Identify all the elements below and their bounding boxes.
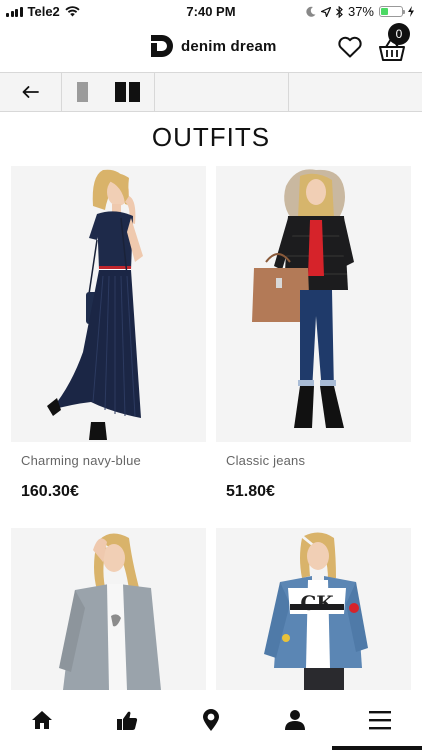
back-button[interactable] bbox=[0, 73, 62, 111]
nav-home[interactable] bbox=[0, 690, 84, 750]
home-indicator bbox=[332, 746, 422, 750]
product-image bbox=[11, 528, 206, 690]
brand-name: denim dream bbox=[181, 37, 277, 55]
brand[interactable]: denim dream bbox=[150, 34, 277, 58]
nav-menu[interactable] bbox=[338, 690, 422, 750]
model-illustration bbox=[11, 528, 206, 690]
product-card[interactable]: Charming navy-blue 160.30€ bbox=[11, 166, 206, 501]
menu-icon bbox=[368, 711, 391, 730]
bluetooth-icon bbox=[336, 5, 343, 18]
model-illustration bbox=[216, 166, 411, 442]
denim-dream-logo bbox=[150, 35, 173, 57]
battery-level bbox=[381, 8, 389, 15]
two-column-view-icon[interactable] bbox=[115, 82, 140, 102]
heart-icon[interactable] bbox=[337, 35, 363, 59]
product-card[interactable]: CK bbox=[216, 528, 411, 701]
page-title: OUTFITS bbox=[151, 122, 271, 152]
home-icon bbox=[32, 711, 53, 729]
product-name: Charming navy-blue bbox=[21, 453, 141, 468]
status-bar: Tele2 7:40 PM 37% bbox=[0, 0, 422, 22]
product-image: CK bbox=[216, 528, 411, 690]
view-switcher bbox=[62, 73, 155, 111]
app-header: denim dream bbox=[0, 26, 422, 68]
map-pin-icon bbox=[203, 709, 220, 731]
view-toolbar bbox=[0, 72, 422, 112]
thumbs-up-icon bbox=[116, 711, 137, 730]
product-card[interactable]: Classic jeans 51.80€ bbox=[216, 166, 411, 501]
location-arrow-icon bbox=[320, 6, 331, 17]
back-arrow-icon bbox=[22, 86, 39, 98]
moon-icon bbox=[306, 6, 316, 17]
product-card[interactable] bbox=[11, 528, 206, 701]
user-icon bbox=[285, 710, 306, 730]
single-column-view-icon[interactable] bbox=[77, 82, 88, 102]
product-image bbox=[11, 166, 206, 442]
nav-stores[interactable] bbox=[169, 690, 253, 750]
svg-text:CK: CK bbox=[300, 591, 334, 615]
product-price: 160.30€ bbox=[21, 483, 79, 500]
bottom-nav bbox=[0, 690, 422, 750]
product-image bbox=[216, 166, 411, 442]
product-name: Classic jeans bbox=[226, 453, 306, 468]
status-right: 37% bbox=[306, 4, 414, 19]
nav-account[interactable] bbox=[253, 690, 337, 750]
nav-favorites[interactable] bbox=[84, 690, 168, 750]
battery-icon bbox=[379, 6, 405, 17]
cart-count-badge[interactable]: 0 bbox=[388, 23, 410, 45]
toolbar-spacer bbox=[155, 73, 289, 111]
charging-bolt-icon bbox=[408, 6, 414, 17]
model-illustration: CK bbox=[216, 528, 411, 690]
model-illustration bbox=[11, 166, 206, 442]
product-price: 51.80€ bbox=[226, 483, 275, 500]
battery-percent: 37% bbox=[347, 4, 374, 19]
